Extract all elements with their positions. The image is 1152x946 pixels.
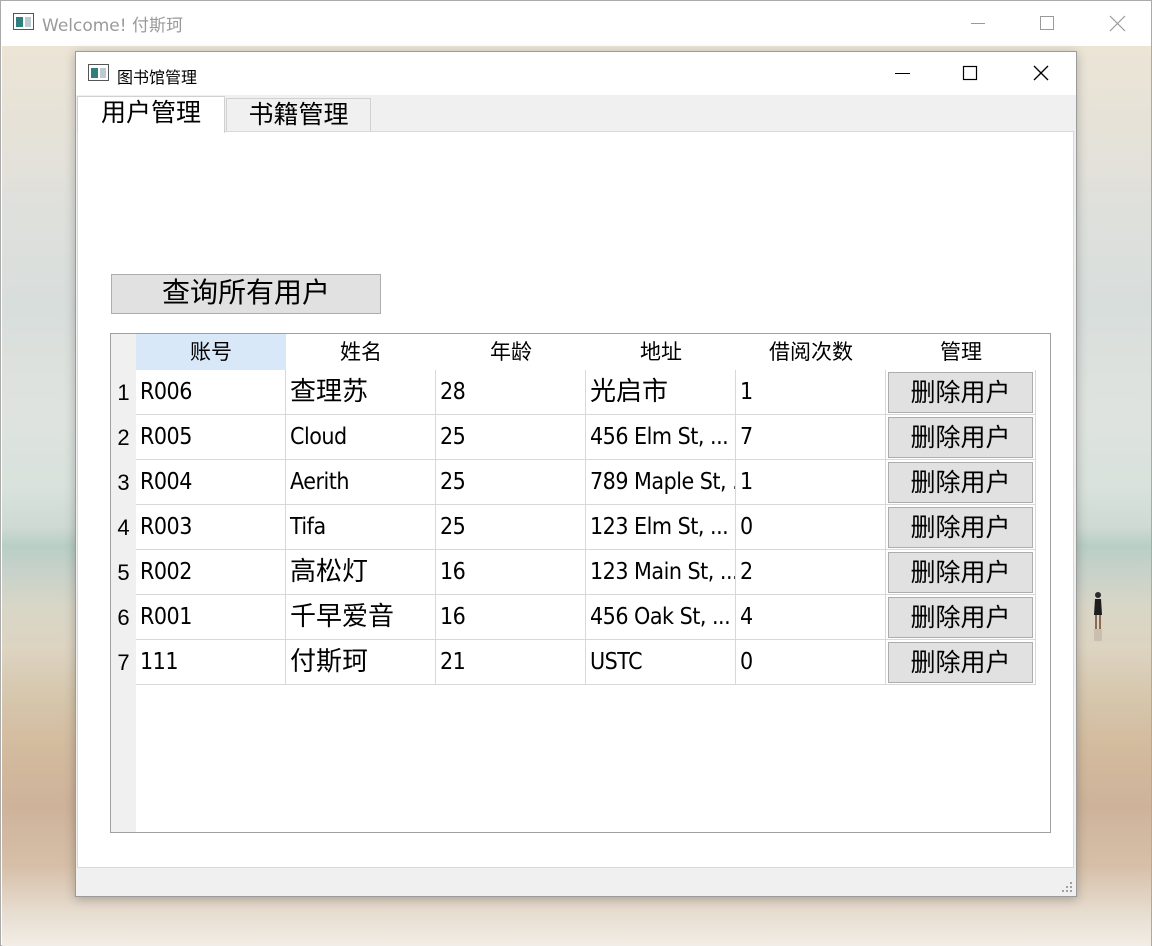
delete-user-button[interactable]: 删除用户: [888, 462, 1033, 503]
app-icon: [88, 64, 109, 81]
cell-account[interactable]: R002: [136, 550, 286, 595]
maximize-icon: [1040, 16, 1054, 30]
cell-account[interactable]: R003: [136, 505, 286, 550]
child-title-bar: 图书馆管理: [76, 52, 1076, 95]
minimize-button[interactable]: [879, 52, 925, 96]
library-management-window: 图书馆管理 书籍管理 用户管理 查询所有用户 账号 姓名 年龄 地址 借阅次数 …: [75, 51, 1077, 897]
cell-name[interactable]: Aerith: [286, 460, 436, 505]
cell-borrow-count[interactable]: 7: [736, 415, 886, 460]
cell-age[interactable]: 28: [436, 370, 586, 415]
cell-account[interactable]: R005: [136, 415, 286, 460]
row-number[interactable]: 5: [111, 550, 136, 595]
cell-manage: 删除用户: [886, 415, 1036, 460]
cell-name[interactable]: Cloud: [286, 415, 436, 460]
cell-manage: 删除用户: [886, 550, 1036, 595]
cell-manage: 删除用户: [886, 370, 1036, 415]
column-header-age[interactable]: 年龄: [436, 334, 586, 370]
main-title-bar: Welcome! 付斯珂: [1, 1, 1151, 45]
maximize-button[interactable]: [1024, 1, 1070, 45]
cell-address[interactable]: USTC: [586, 640, 736, 685]
minimize-button[interactable]: [954, 1, 1000, 45]
row-number[interactable]: 1: [111, 370, 136, 415]
cell-manage: 删除用户: [886, 640, 1036, 685]
status-bar: [76, 868, 1076, 896]
cell-age[interactable]: 21: [436, 640, 586, 685]
cell-address[interactable]: 123 Elm St, ...: [586, 505, 736, 550]
minimize-icon: [895, 73, 910, 74]
cell-name[interactable]: 付斯珂: [286, 640, 436, 685]
close-button[interactable]: [1094, 1, 1140, 45]
cell-address[interactable]: 456 Oak St, ...: [586, 595, 736, 640]
delete-user-button[interactable]: 删除用户: [888, 597, 1033, 638]
close-icon: [1109, 15, 1126, 32]
cell-address[interactable]: 123 Main St, ...: [586, 550, 736, 595]
cell-borrow-count[interactable]: 1: [736, 370, 886, 415]
cell-manage: 删除用户: [886, 595, 1036, 640]
cell-age[interactable]: 25: [436, 460, 586, 505]
cell-address[interactable]: 456 Elm St, ...: [586, 415, 736, 460]
close-icon: [1033, 65, 1049, 81]
column-header-name[interactable]: 姓名: [286, 334, 436, 370]
close-button[interactable]: [1018, 52, 1064, 96]
row-number[interactable]: 6: [111, 595, 136, 640]
app-icon: [13, 13, 34, 30]
cell-account[interactable]: R001: [136, 595, 286, 640]
cell-name[interactable]: 千早爱音: [286, 595, 436, 640]
column-header-account[interactable]: 账号: [136, 334, 286, 370]
cell-account[interactable]: 111: [136, 640, 286, 685]
delete-user-button[interactable]: 删除用户: [888, 642, 1033, 683]
cell-age[interactable]: 25: [436, 415, 586, 460]
beach-person-figure: [1094, 592, 1102, 641]
row-number[interactable]: 7: [111, 640, 136, 685]
delete-user-button[interactable]: 删除用户: [888, 417, 1033, 458]
cell-name[interactable]: 查理苏: [286, 370, 436, 415]
cell-manage: 删除用户: [886, 505, 1036, 550]
column-header-manage[interactable]: 管理: [886, 334, 1036, 370]
cell-name[interactable]: Tifa: [286, 505, 436, 550]
cell-borrow-count[interactable]: 4: [736, 595, 886, 640]
cell-borrow-count[interactable]: 2: [736, 550, 886, 595]
cell-account[interactable]: R004: [136, 460, 286, 505]
cell-address[interactable]: 789 Maple St, ...: [586, 460, 736, 505]
tab-book-management[interactable]: 书籍管理: [226, 98, 371, 132]
minimize-icon: [971, 23, 985, 24]
delete-user-button[interactable]: 删除用户: [888, 507, 1033, 548]
cell-age[interactable]: 16: [436, 550, 586, 595]
cell-address[interactable]: 光启市: [586, 370, 736, 415]
delete-user-button[interactable]: 删除用户: [888, 552, 1033, 593]
cell-name[interactable]: 高松灯: [286, 550, 436, 595]
column-header-address[interactable]: 地址: [586, 334, 736, 370]
cell-borrow-count[interactable]: 1: [736, 460, 886, 505]
tab-user-management[interactable]: 用户管理: [77, 96, 225, 133]
row-number[interactable]: 2: [111, 415, 136, 460]
row-number[interactable]: 4: [111, 505, 136, 550]
row-number[interactable]: 3: [111, 460, 136, 505]
cell-account[interactable]: R006: [136, 370, 286, 415]
users-table[interactable]: 账号 姓名 年龄 地址 借阅次数 管理 1 R006 查理苏 28 光启市 1 …: [110, 333, 1051, 833]
cell-borrow-count[interactable]: 0: [736, 505, 886, 550]
maximize-icon: [962, 65, 978, 81]
cell-age[interactable]: 25: [436, 505, 586, 550]
cell-age[interactable]: 16: [436, 595, 586, 640]
column-header-borrow-count[interactable]: 借阅次数: [736, 334, 886, 370]
query-all-users-button[interactable]: 查询所有用户: [111, 274, 381, 314]
cell-manage: 删除用户: [886, 460, 1036, 505]
cell-borrow-count[interactable]: 0: [736, 640, 886, 685]
main-window-title: Welcome! 付斯珂: [42, 16, 183, 36]
child-window-title: 图书馆管理: [117, 68, 198, 87]
resize-grip-icon[interactable]: [1061, 881, 1073, 893]
maximize-button[interactable]: [947, 52, 993, 96]
user-management-page: 查询所有用户 账号 姓名 年龄 地址 借阅次数 管理 1 R006 查理苏 28…: [77, 131, 1074, 868]
delete-user-button[interactable]: 删除用户: [888, 372, 1033, 413]
